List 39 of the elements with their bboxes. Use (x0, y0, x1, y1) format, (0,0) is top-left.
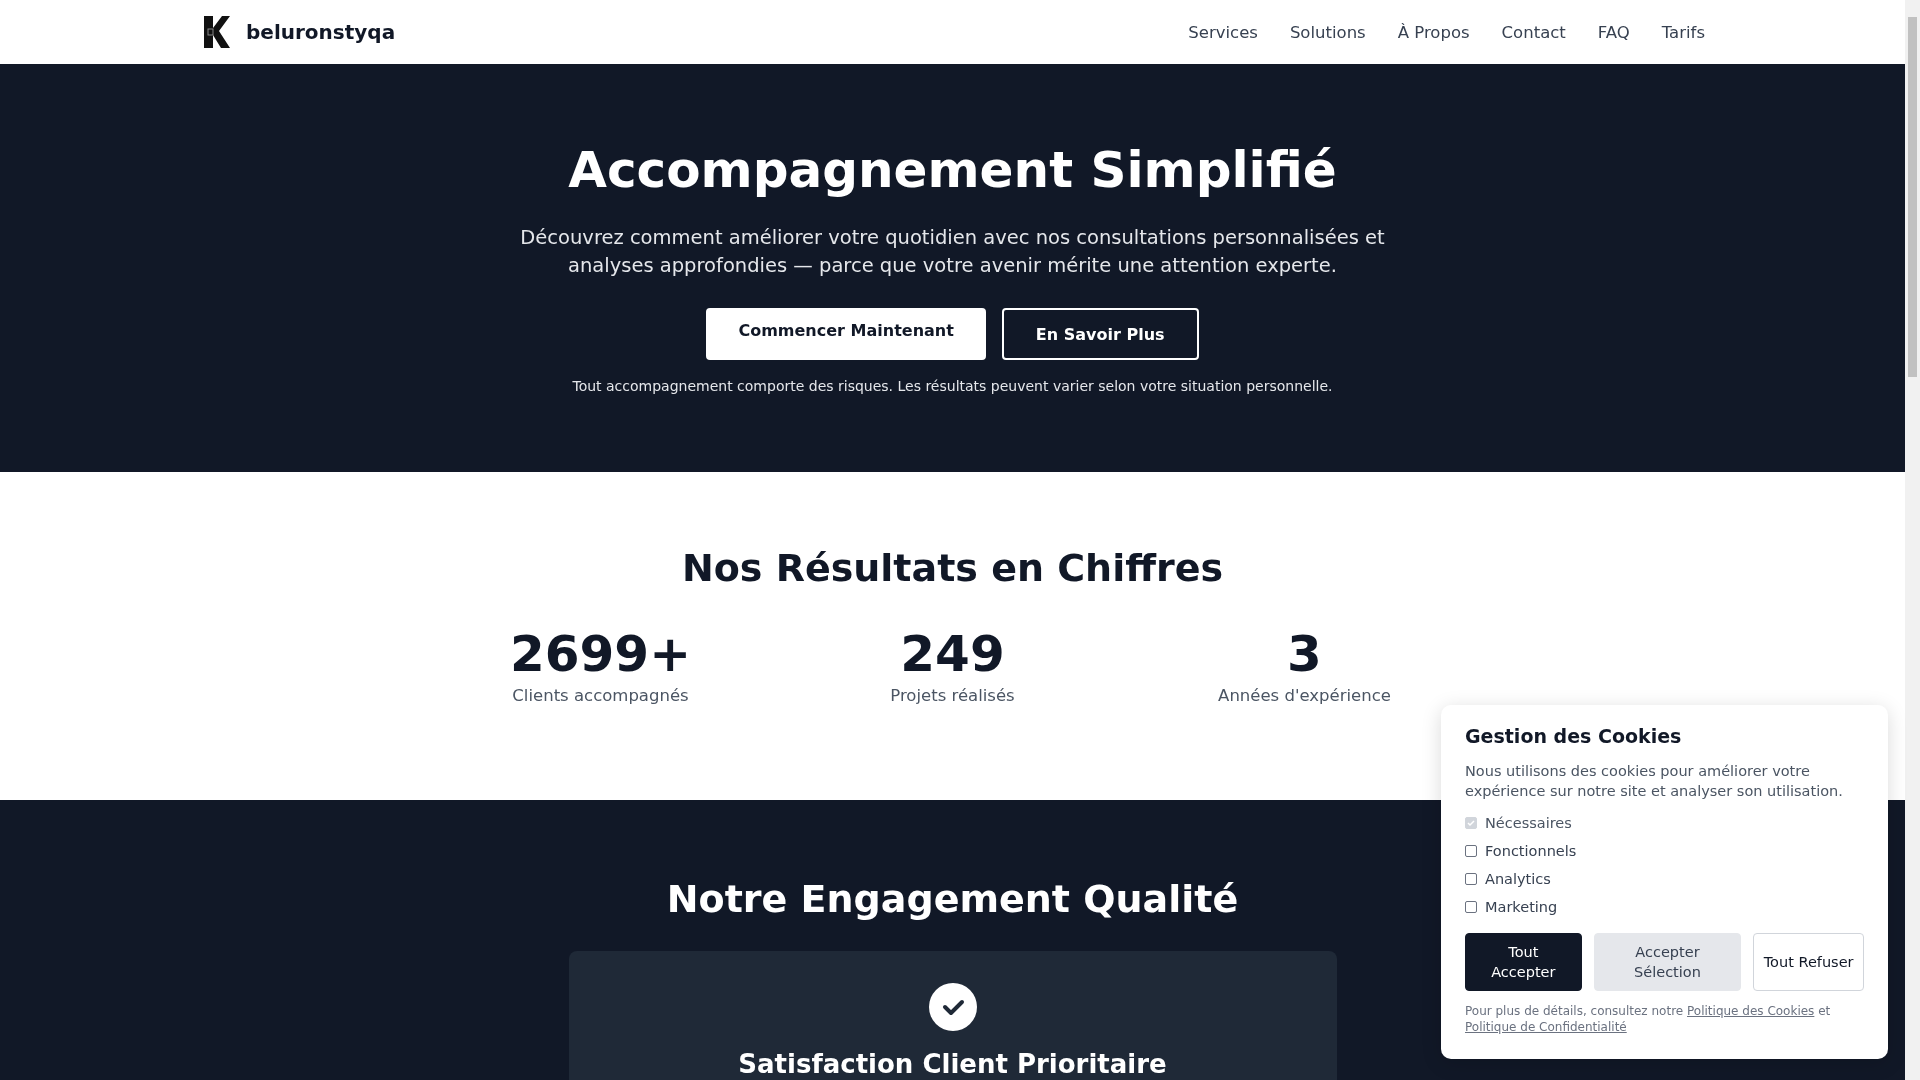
reject-all-button[interactable]: Tout Refuser (1753, 933, 1864, 991)
cookie-policy-link[interactable]: Politique des Cookies (1687, 1004, 1815, 1018)
nav-link[interactable]: Contact (1501, 22, 1566, 42)
nav-link[interactable]: Solutions (1289, 22, 1366, 42)
accept-selection-button[interactable]: Accepter Sélection (1593, 933, 1742, 991)
brand-name: beluronstyqa (246, 20, 396, 44)
nav-link[interactable]: À Propos (1397, 22, 1470, 42)
nav-link[interactable]: Tarifs (1661, 22, 1705, 42)
learn-more-button[interactable]: En Savoir Plus (1001, 308, 1199, 360)
start-button[interactable]: Commencer Maintenant (706, 308, 986, 360)
stat-label: Clients accompagnés (512, 686, 689, 705)
logo-icon (204, 16, 230, 48)
checkbox-label: Fonctionnels (1485, 843, 1577, 859)
cookie-text: Nous utilisons des cookies pour améliorer votre expérience sur notre site et analyser son utilisation. (1465, 762, 1844, 801)
stat-label: Années d'expérience (1218, 686, 1391, 705)
stat-value: 3 (1287, 624, 1322, 684)
checkbox-label: Nécessaires (1485, 815, 1572, 831)
hero-text: Découvrez comment améliorer votre quotidien avec nos consultations personnalisées et analyses approfondies — parce que votre avenir mérite une attention experte. (519, 225, 1386, 279)
cookie-footer-text: Pour plus de détails, consultez notre Politique des Cookies et Politique de Confidentialité (1465, 1003, 1832, 1035)
accept-all-button[interactable]: Tout Accepter (1465, 933, 1582, 991)
section-title: Nos Résultats en Chiffres (681, 546, 1224, 590)
checkbox-label: Marketing (1485, 899, 1558, 915)
stat-value: 2699+ (509, 624, 692, 684)
checkbox[interactable] (1465, 845, 1477, 857)
card-title: Satisfaction Client Prioritaire (738, 1049, 1167, 1079)
stat-label: Projets réalisés (890, 686, 1015, 705)
section-title: Notre Engagement Qualité (666, 877, 1239, 921)
scrollbar[interactable] (1905, 0, 1920, 1080)
check-icon (928, 983, 977, 1031)
nav-link[interactable]: Services (1188, 22, 1258, 42)
privacy-policy-link[interactable]: Politique de Confidentialité (1465, 1020, 1627, 1034)
checkbox-label: Analytics (1485, 871, 1551, 887)
disclaimer-text: Tout accompagnement comporte des risques. Les résultats peuvent varier selon votre situation personnelle. (572, 378, 1333, 394)
nav-link[interactable]: FAQ (1597, 22, 1630, 42)
checkbox[interactable] (1465, 901, 1477, 913)
cookie-title: Gestion des Cookies (1465, 725, 1683, 747)
hero-title: Accompagnement Simplifié (568, 145, 1337, 195)
checkbox[interactable] (1465, 873, 1477, 885)
stat-value: 249 (900, 624, 1005, 684)
